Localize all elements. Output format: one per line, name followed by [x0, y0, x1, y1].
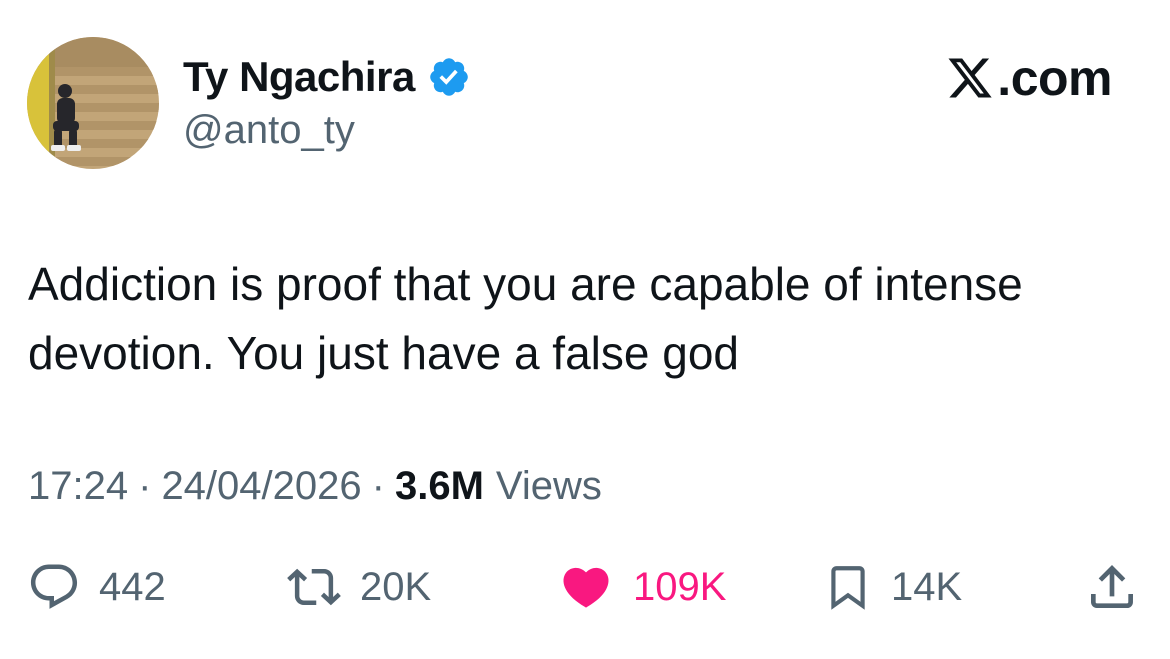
- views-count[interactable]: 3.6M: [395, 464, 484, 509]
- repost-button[interactable]: 20K: [286, 560, 431, 614]
- like-count: 109K: [633, 564, 727, 609]
- author-handle[interactable]: @anto_ty: [183, 108, 355, 153]
- tweet-time[interactable]: 17:24: [28, 464, 128, 509]
- tweet-meta: 17:24 · 24/04/2026 · 3.6M Views: [28, 462, 602, 510]
- reply-count: 442: [99, 564, 166, 609]
- author-display-name[interactable]: Ty Ngachira: [183, 53, 415, 101]
- repost-count: 20K: [360, 564, 432, 609]
- bookmark-button[interactable]: 14K: [823, 560, 962, 614]
- meta-separator: ·: [138, 463, 152, 508]
- repost-icon: [287, 568, 341, 606]
- share-icon: [1091, 565, 1133, 608]
- action-bar: 442 20K 109K 14K: [0, 560, 1170, 614]
- like-button[interactable]: 109K: [557, 560, 726, 614]
- avatar-image: [27, 37, 159, 169]
- bookmark-count: 14K: [891, 564, 963, 609]
- views-label: Views: [495, 463, 602, 508]
- author-name-row: Ty Ngachira: [183, 52, 471, 102]
- tweet-text: Addiction is proof that you are capable …: [28, 258, 1023, 379]
- reply-icon: [30, 564, 78, 609]
- brand-domain-text: .com: [997, 50, 1112, 106]
- meta-separator: ·: [371, 463, 385, 508]
- heart-icon: [563, 567, 609, 608]
- reply-button[interactable]: 442: [27, 560, 166, 614]
- brand-logo: .com: [945, 50, 1112, 106]
- verified-badge-icon: [430, 58, 468, 96]
- bookmark-icon: [831, 566, 865, 610]
- avatar[interactable]: [27, 37, 159, 169]
- tweet-date[interactable]: 24/04/2026: [161, 464, 361, 509]
- x-logo-icon: [948, 58, 992, 98]
- share-button[interactable]: [1084, 560, 1140, 614]
